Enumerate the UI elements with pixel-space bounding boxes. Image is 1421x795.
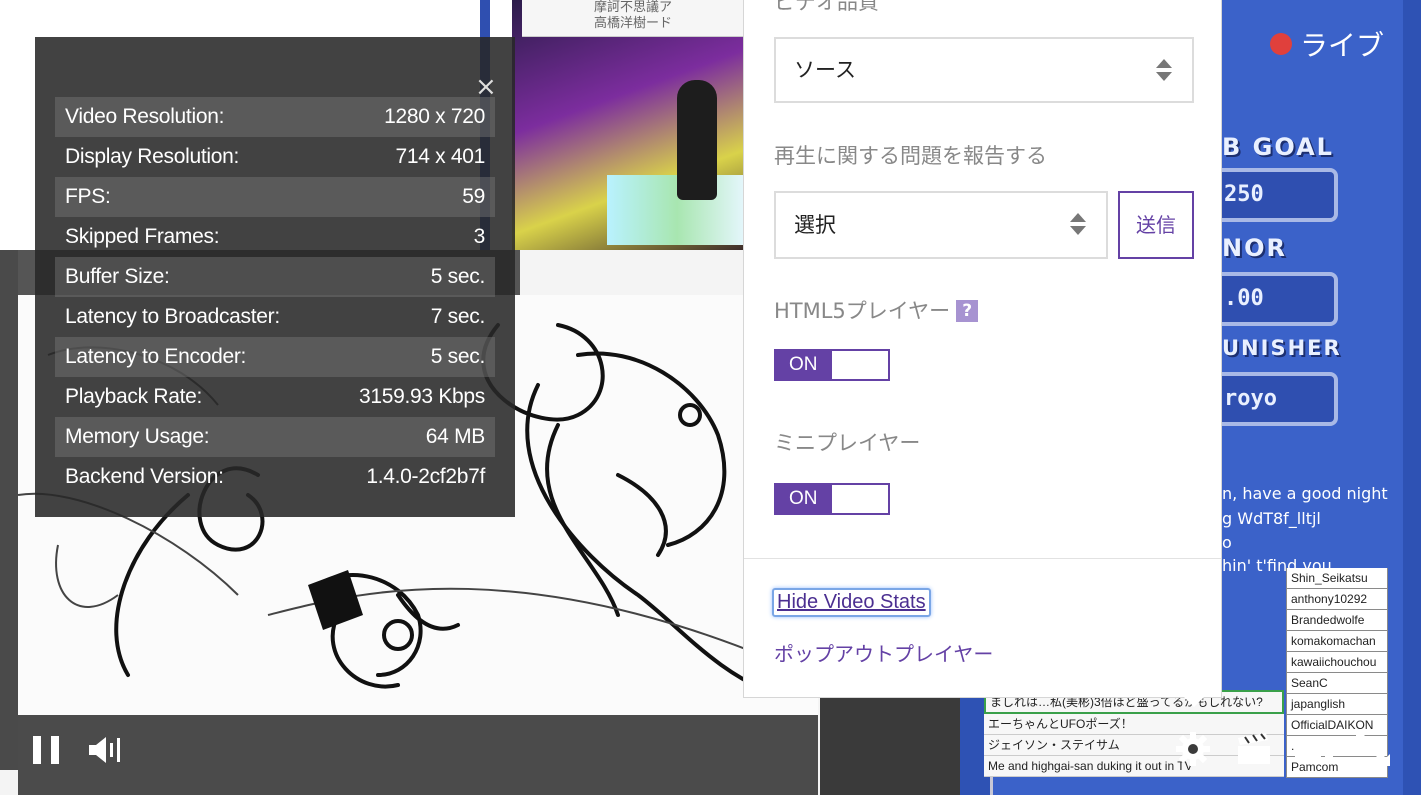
report-label: 再生に関する問題を報告する [774, 144, 1047, 168]
list-item: anthony10292 [1286, 589, 1388, 610]
fullscreen-icon[interactable] [1355, 731, 1391, 767]
stat-label: Latency to Encoder: [65, 345, 247, 368]
stat-row-buffer-size: Buffer Size: 5 sec. [55, 257, 495, 297]
hide-video-stats-link[interactable]: Hide Video Stats [772, 588, 931, 617]
stat-value: 5 sec. [430, 345, 486, 368]
mini-player-label: ミニプレイヤー [774, 431, 921, 455]
toggle-on-label: ON [776, 351, 832, 379]
html5-player-label: HTML5プレイヤー? [774, 295, 979, 325]
list-item: Brandedwolfe [1286, 610, 1388, 631]
status-bar [18, 715, 818, 795]
clapperboard-icon[interactable] [1236, 733, 1272, 765]
overlay-value-box: 250 [1222, 168, 1338, 222]
stat-row-fps: FPS: 59 [55, 177, 495, 217]
video-stats-panel: × Video Resolution: 1280 x 720 Display Re… [35, 37, 515, 517]
camera-header-line: 摩訶不思議ア [593, 0, 672, 15]
stat-label: FPS: [65, 185, 111, 208]
overlay-heading: NOR [1222, 234, 1287, 262]
list-item: エーちゃんとUFOポーズ！ [984, 714, 1284, 735]
menu-pointer [1184, 697, 1204, 707]
stat-value: 59 [462, 185, 485, 208]
stat-label: Video Resolution: [65, 105, 225, 128]
send-button[interactable]: 送信 [1118, 191, 1194, 259]
stat-label: Buffer Size: [65, 265, 170, 288]
quality-label: ビデオ品質 [774, 0, 879, 14]
overlay-chat-line: g WdT8f_lltjl [1222, 509, 1321, 528]
select-arrows-icon [1070, 211, 1086, 237]
stat-row-memory-usage: Memory Usage: 64 MB [55, 417, 495, 457]
stat-row-latency-encoder: Latency to Encoder: 5 sec. [55, 337, 495, 377]
stat-label: Playback Rate: [65, 385, 203, 408]
help-icon[interactable]: ? [956, 300, 979, 322]
stat-row-playback-rate: Playback Rate: 3159.93 Kbps [55, 377, 495, 417]
theater-mode-icon[interactable] [1294, 737, 1334, 763]
overlay-chat-line: o [1222, 533, 1232, 552]
stat-value: 7 sec. [430, 305, 486, 328]
tools-panel [0, 250, 18, 770]
stat-label: Backend Version: [65, 465, 224, 488]
stat-value: 1280 x 720 [384, 105, 485, 128]
gear-icon[interactable] [1175, 731, 1211, 767]
overlay-heading: UNISHER [1222, 336, 1342, 360]
stat-row-backend-version: Backend Version: 1.4.0-2cf2b7f [55, 457, 495, 497]
quality-select-value: ソース [794, 58, 856, 82]
settings-menu: ビデオ品質 ソース 再生に関する問題を報告する 選択 送信 HTML5プレイヤー… [743, 0, 1222, 698]
stat-value: 5 sec. [430, 265, 486, 288]
list-item: Shin_Seikatsu [1286, 568, 1388, 589]
overlay-value-box: royo [1222, 372, 1338, 426]
video-stats-list: Video Resolution: 1280 x 720 Display Reso… [55, 97, 495, 497]
list-item: kawaiichouchou [1286, 652, 1388, 673]
stat-value: 1.4.0-2cf2b7f [366, 465, 485, 488]
stat-row-video-resolution: Video Resolution: 1280 x 720 [55, 97, 495, 137]
quality-select[interactable]: ソース [774, 37, 1194, 103]
live-dot-icon [1270, 33, 1292, 55]
stat-row-latency-broadcaster: Latency to Broadcaster: 7 sec. [55, 297, 495, 337]
dancer [677, 80, 717, 200]
stat-row-skipped-frames: Skipped Frames: 3 [55, 217, 495, 257]
html5-player-toggle[interactable]: ON [774, 349, 890, 381]
camera-header-line: 高橋洋樹ード [593, 16, 672, 31]
report-select[interactable]: 選択 [774, 191, 1108, 259]
list-item: japanglish [1286, 694, 1388, 715]
stat-value: 3159.93 Kbps [358, 385, 485, 408]
stat-label: Skipped Frames: [65, 225, 220, 248]
stat-value: 714 x 401 [395, 145, 485, 168]
camera-feed [512, 0, 747, 250]
live-label: ライブ [1300, 29, 1385, 62]
volume-icon[interactable] [88, 735, 124, 765]
report-select-value: 選択 [794, 213, 836, 237]
camera-header: 摩訶不思議ア 高橋洋樹ード [522, 0, 744, 37]
live-badge: ライブ [1270, 24, 1384, 64]
mini-player-toggle[interactable]: ON [774, 483, 890, 515]
stat-value: 64 MB [425, 425, 486, 448]
list-item: komakomachan [1286, 631, 1388, 652]
stat-value: 3 [473, 225, 486, 248]
popout-player-link[interactable]: ポップアウトプレイヤー [774, 638, 993, 667]
overlay-value-box: .00 [1222, 272, 1338, 326]
html5-player-label-text: HTML5プレイヤー [774, 299, 951, 323]
select-arrows-icon [1156, 57, 1172, 83]
close-icon[interactable]: × [475, 74, 497, 100]
list-item: SeanC [1286, 673, 1388, 694]
stat-label: Latency to Broadcaster: [65, 305, 280, 328]
divider [744, 558, 1221, 559]
stat-label: Display Resolution: [65, 145, 240, 168]
pause-icon[interactable] [33, 736, 59, 764]
stat-row-display-resolution: Display Resolution: 714 x 401 [55, 137, 495, 177]
overlay-heading: B GOAL [1222, 133, 1334, 161]
stat-label: Memory Usage: [65, 425, 210, 448]
toggle-on-label: ON [776, 485, 832, 513]
overlay-chat-line: n, have a good night [1222, 484, 1388, 503]
